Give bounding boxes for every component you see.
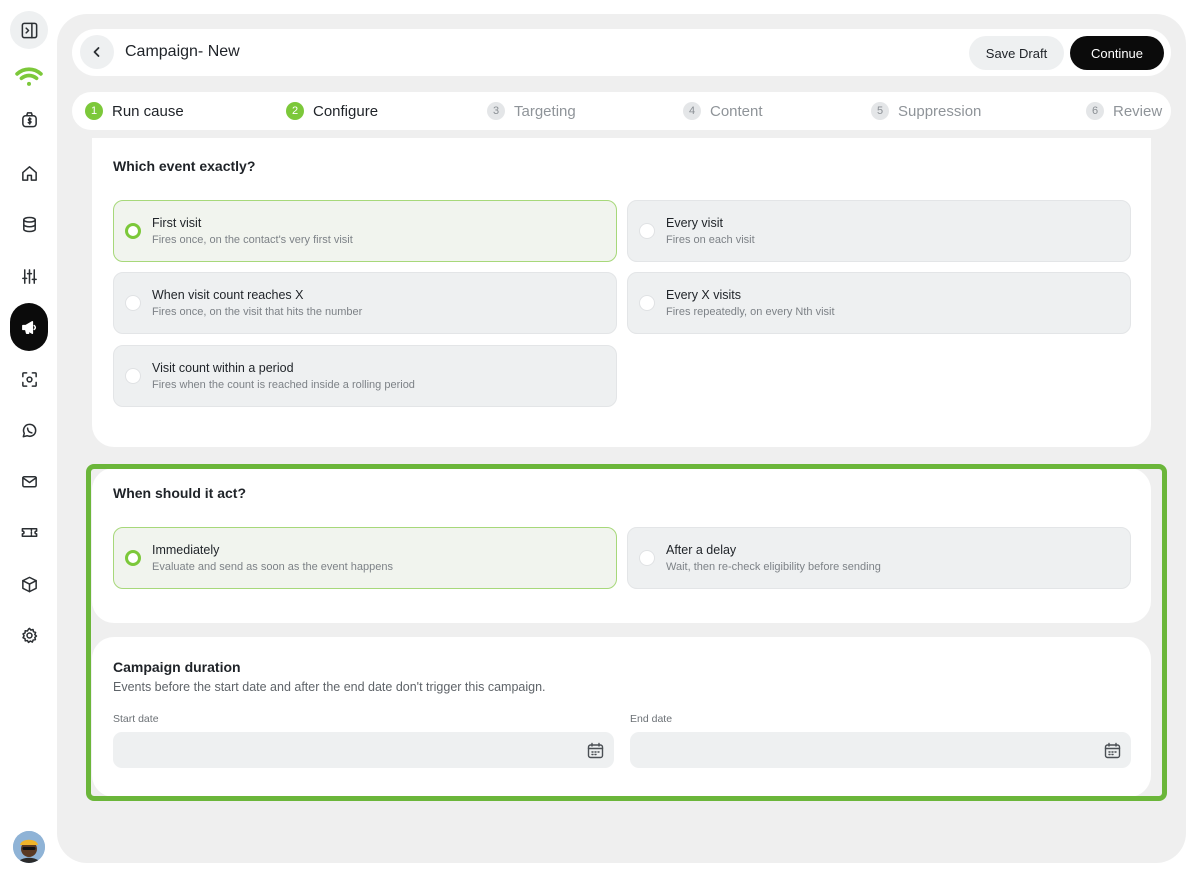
avatar[interactable] bbox=[13, 831, 45, 863]
option-title: Every visit bbox=[666, 216, 723, 230]
top-bar: Campaign- New Save Draft Continue bbox=[72, 29, 1171, 76]
step-number: 6 bbox=[1086, 102, 1104, 120]
option-every-visit[interactable]: Every visit Fires on each visit bbox=[627, 200, 1131, 262]
database-icon[interactable] bbox=[10, 205, 48, 243]
start-date-input[interactable] bbox=[113, 732, 614, 768]
home-icon[interactable] bbox=[10, 154, 48, 192]
option-title: Visit count within a period bbox=[152, 361, 294, 375]
step-configure[interactable]: 2 Configure bbox=[286, 102, 378, 120]
step-run-cause[interactable]: 1 Run cause bbox=[85, 102, 184, 120]
sliders-icon[interactable] bbox=[10, 257, 48, 295]
back-button[interactable] bbox=[80, 35, 114, 69]
option-title: First visit bbox=[152, 216, 202, 230]
ticket-icon[interactable] bbox=[10, 513, 48, 551]
box-icon[interactable] bbox=[10, 565, 48, 603]
calendar-icon[interactable] bbox=[587, 742, 604, 759]
sidebar bbox=[0, 0, 57, 877]
step-label: Review bbox=[1113, 102, 1163, 120]
radio-button[interactable] bbox=[125, 223, 141, 239]
option-description: Wait, then re-check eligibility before s… bbox=[666, 561, 881, 573]
act-section: When should it act? Immediately Evaluate… bbox=[92, 468, 1151, 623]
whatsapp-icon[interactable] bbox=[10, 411, 48, 449]
step-number: 4 bbox=[683, 102, 701, 120]
radio-button[interactable] bbox=[639, 295, 655, 311]
step-suppression[interactable]: 5 Suppression bbox=[871, 102, 981, 120]
event-section: Which event exactly? First visit Fires o… bbox=[92, 138, 1151, 447]
radio-button[interactable] bbox=[125, 295, 141, 311]
save-draft-button[interactable]: Save Draft bbox=[969, 36, 1064, 70]
option-first-visit[interactable]: First visit Fires once, on the contact's… bbox=[113, 200, 617, 262]
option-title: Every X visits bbox=[666, 288, 742, 302]
money-bag-icon[interactable] bbox=[10, 100, 48, 138]
mail-icon[interactable] bbox=[10, 462, 48, 500]
megaphone-icon[interactable] bbox=[10, 303, 48, 351]
option-description: Fires once, on the visit that hits the n… bbox=[152, 306, 363, 318]
option-description: Fires once, on the contact's very first … bbox=[152, 234, 353, 246]
radio-button[interactable] bbox=[125, 550, 141, 566]
radio-button[interactable] bbox=[125, 368, 141, 384]
continue-button[interactable]: Continue bbox=[1070, 36, 1164, 70]
settings-icon[interactable] bbox=[10, 616, 48, 654]
option-description: Fires when the count is reached inside a… bbox=[152, 379, 415, 391]
step-targeting[interactable]: 3 Targeting bbox=[487, 102, 576, 120]
calendar-icon[interactable] bbox=[1104, 742, 1121, 759]
option-visit-count-reaches[interactable]: When visit count reaches X Fires once, o… bbox=[113, 272, 617, 334]
option-immediately[interactable]: Immediately Evaluate and send as soon as… bbox=[113, 527, 617, 589]
step-number: 1 bbox=[85, 102, 103, 120]
start-date-label: Start date bbox=[113, 713, 159, 725]
section-title: Which event exactly? bbox=[113, 158, 256, 174]
option-every-x-visits[interactable]: Every X visits Fires repeatedly, on ever… bbox=[627, 272, 1131, 334]
scan-icon[interactable] bbox=[10, 360, 48, 398]
main-panel: Campaign- New Save Draft Continue 1 Run … bbox=[57, 14, 1186, 863]
option-title: When visit count reaches X bbox=[152, 288, 304, 302]
radio-button[interactable] bbox=[639, 223, 655, 239]
step-label: Targeting bbox=[514, 102, 576, 120]
step-content[interactable]: 4 Content bbox=[683, 102, 763, 120]
step-number: 5 bbox=[871, 102, 889, 120]
stepper: 1 Run cause 2 Configure 3 Targeting 4 Co… bbox=[72, 92, 1171, 130]
step-number: 3 bbox=[487, 102, 505, 120]
option-after-delay[interactable]: After a delay Wait, then re-check eligib… bbox=[627, 527, 1131, 589]
section-title: When should it act? bbox=[113, 485, 246, 501]
step-label: Run cause bbox=[112, 102, 184, 120]
option-description: Evaluate and send as soon as the event h… bbox=[152, 561, 393, 573]
step-label: Content bbox=[710, 102, 763, 120]
duration-section: Campaign duration Events before the star… bbox=[92, 637, 1151, 797]
step-review[interactable]: 6 Review bbox=[1086, 102, 1162, 120]
step-label: Suppression bbox=[898, 102, 982, 120]
chevron-left-icon bbox=[93, 47, 100, 57]
sidebar-toggle-icon[interactable] bbox=[10, 11, 48, 49]
step-number: 2 bbox=[286, 102, 304, 120]
end-date-label: End date bbox=[630, 713, 673, 725]
step-label: Configure bbox=[313, 102, 379, 120]
section-title: Campaign duration bbox=[113, 659, 241, 675]
end-date-input[interactable] bbox=[630, 732, 1131, 768]
option-title: After a delay bbox=[666, 543, 737, 557]
radio-button[interactable] bbox=[639, 550, 655, 566]
wifi-logo-icon[interactable] bbox=[10, 58, 48, 96]
option-description: Fires repeatedly, on every Nth visit bbox=[666, 306, 835, 318]
page-title: Campaign- New bbox=[125, 43, 240, 60]
option-title: Immediately bbox=[152, 543, 220, 557]
section-description: Events before the start date and after t… bbox=[113, 680, 546, 694]
option-visit-count-period[interactable]: Visit count within a period Fires when t… bbox=[113, 345, 617, 407]
option-description: Fires on each visit bbox=[666, 234, 755, 246]
